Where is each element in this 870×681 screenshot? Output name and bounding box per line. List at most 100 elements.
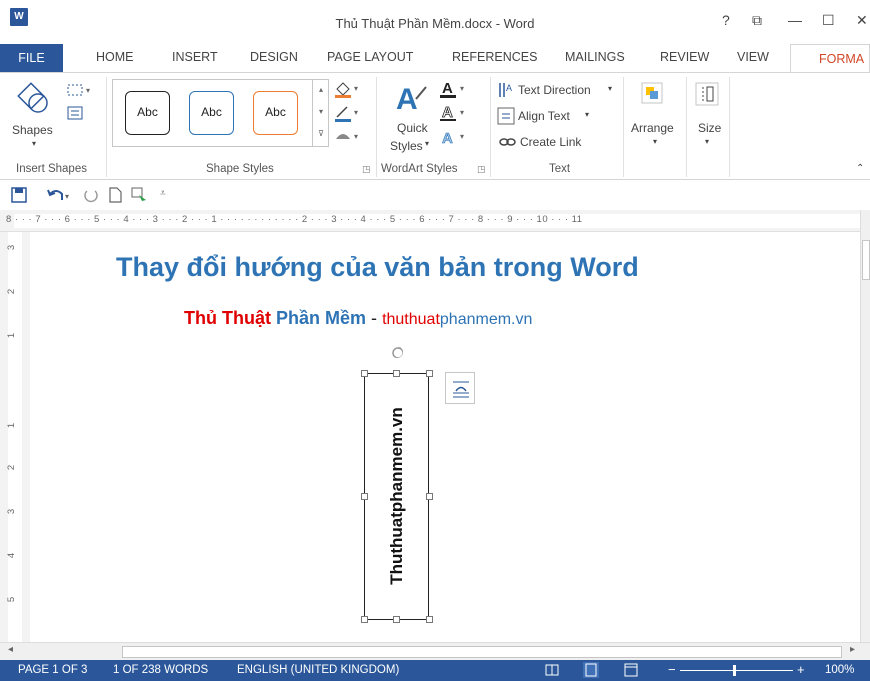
text-direction-icon[interactable]: A [497,81,515,99]
quick-styles-dropdown-icon[interactable]: ▾ [425,139,429,148]
scroll-right-icon[interactable]: ▸ [850,644,855,655]
vertical-text-box[interactable]: Thuthuatphanmem.vn [364,373,429,620]
resize-handle[interactable] [361,493,368,500]
horizontal-scrollbar[interactable]: ◂ ▸ [0,642,870,660]
tab-mailings[interactable]: MAILINGS [565,50,625,64]
tab-insert[interactable]: INSERT [172,50,218,64]
quick-styles-icon[interactable]: A [392,79,430,115]
zoom-level[interactable]: 100% [825,664,854,676]
quick-styles-label-2[interactable]: Styles [390,139,423,153]
gallery-scroll[interactable]: ▴ ▾ ⊽ [312,79,329,147]
resize-handle[interactable] [393,616,400,623]
vruler-label: 5 [6,596,18,603]
close-button[interactable]: ✕ [856,12,868,29]
undo-icon[interactable]: ▾ [46,186,74,204]
resize-handle[interactable] [426,370,433,377]
text-effects-icon[interactable]: A ▾ [438,127,472,149]
horizontal-scroll-thumb[interactable] [122,646,842,658]
layout-options-icon[interactable] [445,372,475,404]
size-icon[interactable] [694,81,720,107]
wordart-launcher-icon[interactable]: ◳ [477,164,486,175]
quick-styles-label[interactable]: Quick [397,121,428,135]
shape-style-sample-3[interactable]: Abc [253,91,298,135]
zoom-slider-thumb[interactable] [733,665,736,676]
vertical-scroll-thumb[interactable] [862,240,870,280]
zoom-out-icon[interactable]: − [668,662,676,677]
resize-handle[interactable] [361,616,368,623]
zoom-in-icon[interactable]: + [797,662,805,677]
save-icon[interactable] [10,186,28,204]
create-link-label[interactable]: Create Link [520,135,581,149]
arrange-label[interactable]: Arrange [631,121,674,135]
word-count[interactable]: 1 OF 238 WORDS [113,664,208,676]
vertical-scrollbar[interactable] [860,210,870,642]
arrange-dropdown-icon[interactable]: ▾ [653,137,657,146]
gallery-more-icon[interactable]: ⊽ [313,123,329,145]
collapse-ribbon-icon[interactable]: ⌃ [856,163,864,174]
resize-handle[interactable] [361,370,368,377]
shape-outline-icon[interactable]: ▾ [333,103,363,123]
tab-view[interactable]: VIEW [737,50,769,64]
text-direction-dropdown-icon[interactable]: ▾ [608,84,612,93]
tab-design[interactable]: DESIGN [250,50,298,64]
draw-text-box-icon[interactable] [66,105,86,123]
document-subtitle[interactable]: Thủ Thuật Phần Mềm - thuthuatphanmem.vn [184,308,532,329]
arrange-icon[interactable] [640,81,664,105]
customize-qat-icon[interactable]: ⩡ [160,188,166,199]
resize-handle[interactable] [393,370,400,377]
redo-icon[interactable] [82,186,100,204]
rotate-handle-icon[interactable] [391,346,403,358]
group-divider [623,77,624,177]
vruler-label: 2 [6,288,18,295]
help-button[interactable]: ? [722,12,730,28]
tab-page-layout[interactable]: PAGE LAYOUT [327,50,413,64]
zoom-slider[interactable] [680,670,793,671]
scroll-left-icon[interactable]: ◂ [8,644,13,655]
vruler-label: 1 [6,422,18,429]
print-layout-icon[interactable] [583,662,599,678]
vertical-ruler[interactable]: 3 2 1 1 2 3 4 5 [0,232,30,642]
align-text-icon[interactable] [497,107,515,125]
page-count[interactable]: PAGE 1 OF 3 [18,664,87,676]
gallery-up-icon[interactable]: ▴ [313,79,329,101]
quick-access-toolbar: ▾ ⩡ [0,180,870,210]
minimize-button[interactable]: — [788,12,802,28]
resize-handle[interactable] [426,493,433,500]
size-label[interactable]: Size [698,121,721,135]
size-dropdown-icon[interactable]: ▾ [705,137,709,146]
shape-effects-icon[interactable]: ▾ [333,127,363,147]
touch-mode-icon[interactable] [130,186,150,204]
language-status[interactable]: ENGLISH (UNITED KINGDOM) [237,664,399,676]
tab-home[interactable]: HOME [96,50,134,64]
shape-fill-icon[interactable]: ▾ [333,79,363,99]
shapes-label[interactable]: Shapes [12,123,53,137]
align-text-label[interactable]: Align Text [518,109,570,123]
text-direction-label[interactable]: Text Direction [518,83,591,97]
gallery-down-icon[interactable]: ▾ [313,101,329,123]
document-page[interactable]: Thay đổi hướng của văn bản trong Word Th… [30,232,860,642]
web-layout-icon[interactable] [624,663,638,677]
svg-text:▾: ▾ [65,192,69,201]
new-document-icon[interactable] [106,186,124,204]
resize-handle[interactable] [426,616,433,623]
text-box-content[interactable]: Thuthuatphanmem.vn [387,381,407,611]
shape-style-sample-1[interactable]: Abc [125,91,170,135]
document-title[interactable]: Thay đổi hướng của văn bản trong Word [116,252,639,283]
tab-format[interactable]: FORMA [790,44,870,73]
shape-style-sample-2[interactable]: Abc [189,91,234,135]
read-mode-icon[interactable] [545,663,559,677]
horizontal-ruler[interactable]: 8 · · · 7 · · · 6 · · · 5 · · · 4 · · · … [0,210,870,232]
text-fill-icon[interactable]: A ▾ [438,79,472,101]
align-text-dropdown-icon[interactable]: ▾ [585,110,589,119]
shapes-icon[interactable] [16,81,56,121]
maximize-button[interactable]: ☐ [822,12,835,29]
tab-references[interactable]: REFERENCES [452,50,537,64]
tab-review[interactable]: REVIEW [660,50,709,64]
shapes-dropdown-icon[interactable]: ▾ [32,139,36,148]
tab-file[interactable]: FILE [0,44,63,72]
ribbon-display-options-icon[interactable]: ⧉ [752,12,762,29]
edit-shape-icon[interactable]: ▾ [66,81,94,99]
text-outline-icon[interactable]: A ▾ [438,103,472,125]
shape-styles-launcher-icon[interactable]: ◳ [362,164,371,175]
create-link-icon[interactable] [499,135,517,149]
